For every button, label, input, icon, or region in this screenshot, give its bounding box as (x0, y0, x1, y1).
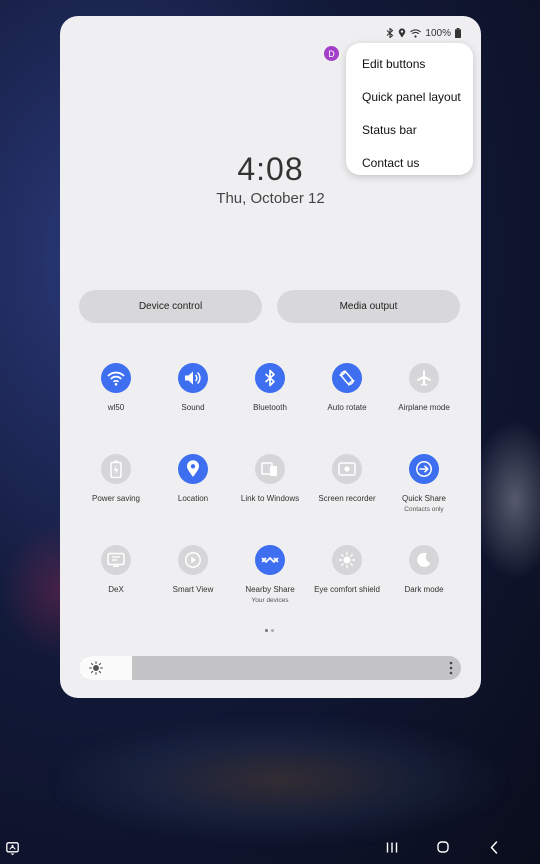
tile-label: wl50 (107, 403, 125, 412)
brightness-fill (79, 656, 132, 680)
tile-label: Auto rotate (327, 403, 367, 412)
sound-icon (178, 363, 208, 393)
tile-label: Link to Windows (240, 494, 300, 503)
moon-icon (409, 545, 439, 575)
media-output-button[interactable]: Media output (277, 290, 460, 323)
tile-sublabel: Your devices (251, 596, 289, 604)
tile-quick-share[interactable]: Quick Share Contacts only (385, 454, 463, 513)
bluetooth-status-icon (387, 28, 394, 38)
tile-airplane-mode[interactable]: Airplane mode (385, 363, 463, 413)
tile-label: DeX (108, 585, 124, 594)
menu-item-quick-panel-layout[interactable]: Quick panel layout (346, 80, 473, 113)
nearby-share-icon (255, 545, 285, 575)
wifi-icon (101, 363, 131, 393)
sun-icon (89, 661, 103, 675)
menu-item-status-bar[interactable]: Status bar (346, 113, 473, 146)
tile-dex[interactable]: DeX (77, 545, 155, 595)
battery-status-icon (455, 28, 461, 38)
tile-label: Screen recorder (318, 494, 376, 503)
tile-power-saving[interactable]: Power saving (77, 454, 155, 504)
tile-label: Smart View (172, 585, 214, 594)
wifi-status-icon (410, 28, 422, 38)
tile-eye-comfort-shield[interactable]: Eye comfort shield (308, 545, 386, 595)
page-dot (271, 629, 274, 632)
tile-screen-recorder[interactable]: Screen recorder (308, 454, 386, 504)
wallpaper-glow (60, 720, 500, 840)
tile-label: Bluetooth (253, 403, 287, 412)
tile-label: Location (177, 494, 209, 503)
tile-label: Eye comfort shield (314, 585, 380, 594)
location-status-icon (399, 28, 406, 38)
status-bar: 100% (386, 26, 461, 40)
navigation-bar (0, 832, 540, 864)
more-options-icon[interactable] (449, 660, 453, 676)
battery-percent: 100% (425, 27, 451, 39)
page-dot-active (265, 629, 268, 632)
menu-item-contact-us[interactable]: Contact us (346, 146, 473, 179)
brightness-slider[interactable] (79, 656, 461, 680)
smart-view-icon (178, 545, 208, 575)
tile-nearby-share[interactable]: Nearby Share Your devices (231, 545, 309, 604)
rotate-icon (332, 363, 362, 393)
keyboard-toggle-icon[interactable] (6, 842, 19, 856)
tile-label: Dark mode (404, 585, 444, 594)
overflow-menu: Edit buttons Quick panel layout Status b… (346, 43, 473, 175)
tile-sound[interactable]: Sound (154, 363, 232, 413)
tile-label: Airplane mode (398, 403, 450, 412)
tile-label: Power saving (91, 494, 141, 503)
tile-smart-view[interactable]: Smart View (154, 545, 232, 595)
recent-apps-icon[interactable] (386, 842, 398, 853)
dex-icon (101, 545, 131, 575)
screen-recorder-icon (332, 454, 362, 484)
clock-date: Thu, October 12 (216, 190, 325, 207)
airplane-icon (409, 363, 439, 393)
windows-link-icon (255, 454, 285, 484)
tile-label: Nearby Share (245, 585, 295, 594)
tile-wifi[interactable]: wl50 (77, 363, 155, 413)
tile-bluetooth[interactable]: Bluetooth (231, 363, 309, 413)
eye-comfort-icon (332, 545, 362, 575)
tile-auto-rotate[interactable]: Auto rotate (308, 363, 386, 413)
quick-share-icon (409, 454, 439, 484)
tile-label: Sound (181, 403, 205, 412)
account-avatar[interactable]: D (324, 46, 339, 61)
bluetooth-icon (255, 363, 285, 393)
back-icon[interactable] (490, 841, 498, 854)
page-indicator (265, 629, 274, 632)
tile-link-to-windows[interactable]: Link to Windows (231, 454, 309, 504)
tile-dark-mode[interactable]: Dark mode (385, 545, 463, 595)
tile-location[interactable]: Location (154, 454, 232, 504)
location-icon (178, 454, 208, 484)
menu-item-edit-buttons[interactable]: Edit buttons (346, 47, 473, 80)
tile-label: Quick Share (401, 494, 447, 503)
device-control-button[interactable]: Device control (79, 290, 262, 323)
home-icon[interactable] (437, 841, 449, 853)
tile-sublabel: Contacts only (404, 505, 444, 513)
battery-icon (101, 454, 131, 484)
